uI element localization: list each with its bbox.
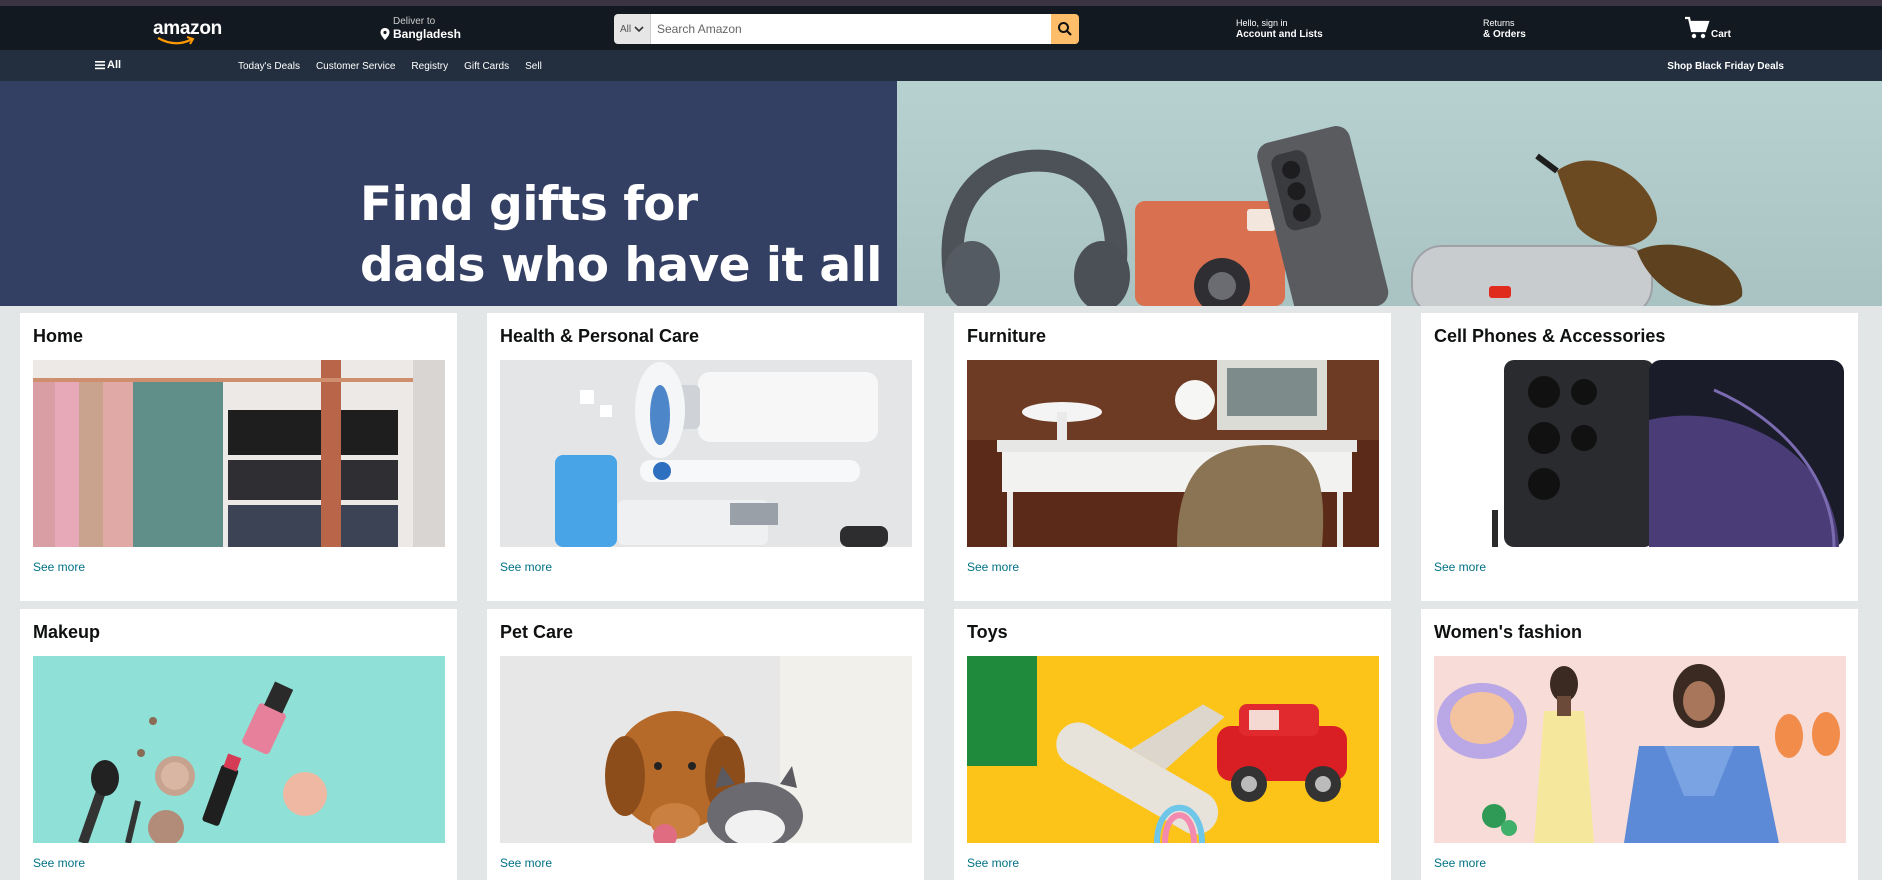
pet-dog-cat-image	[500, 656, 912, 843]
see-more-link[interactable]: See more	[967, 560, 1019, 574]
card-image-cell-phones[interactable]	[1434, 360, 1846, 547]
category-card-womens-fashion: Women's fashion See more	[1421, 609, 1858, 880]
see-more-link[interactable]: See more	[33, 856, 85, 870]
sub-navigation: All Today's Deals Customer Service Regis…	[0, 50, 1882, 81]
search-category-label: All	[619, 23, 632, 35]
card-image-toys[interactable]	[967, 656, 1379, 843]
card-image-health[interactable]	[500, 360, 912, 547]
returns-orders-link[interactable]: Returns & Orders	[1483, 18, 1526, 40]
subnav-link-todays-deals[interactable]: Today's Deals	[238, 61, 300, 72]
smartphone-image	[1434, 360, 1846, 547]
card-title: Health & Personal Care	[500, 326, 700, 346]
all-menu-button[interactable]: All	[95, 59, 121, 71]
search-button[interactable]	[1051, 14, 1079, 44]
toys-image	[967, 656, 1379, 843]
account-menu[interactable]: Hello, sign in Account and Lists	[1236, 18, 1323, 40]
hero-text-panel: Find gifts for dads who have it all	[0, 81, 897, 306]
search-icon	[1058, 22, 1072, 36]
category-card-furniture: Furniture See more	[954, 313, 1391, 601]
site-header: amazon Deliver to Bangladesh All Search …	[0, 6, 1882, 50]
card-image-womens-fashion[interactable]	[1434, 656, 1846, 843]
card-title: Toys	[967, 622, 1008, 642]
card-image-makeup[interactable]	[33, 656, 445, 843]
chevron-down-icon	[634, 26, 644, 33]
all-label: All	[107, 59, 122, 71]
deliver-label: Deliver to	[393, 16, 436, 27]
hero-banner[interactable]: Find gifts for dads who have it all	[0, 81, 1882, 306]
subnav-link-customer-service[interactable]: Customer Service	[316, 61, 395, 72]
hero-title: Find gifts for dads who have it all	[360, 177, 882, 293]
search-input[interactable]	[651, 14, 1051, 44]
category-card-toys: Toys See more	[954, 609, 1391, 880]
search-category-dropdown[interactable]: All	[614, 14, 651, 44]
subnav-link-registry[interactable]: Registry	[411, 61, 448, 72]
hero-product-image	[897, 81, 1882, 306]
see-more-link[interactable]: See more	[500, 856, 552, 870]
card-title: Furniture	[967, 326, 1046, 346]
search-bar: All	[614, 14, 1079, 44]
see-more-link[interactable]: See more	[967, 856, 1019, 870]
hamburger-menu-icon	[95, 61, 105, 70]
card-title: Women's fashion	[1434, 622, 1582, 642]
account-greeting: Hello, sign in	[1236, 18, 1288, 28]
card-title: Pet Care	[500, 622, 574, 642]
gift-products-illustration	[941, 126, 1743, 306]
subnav-link-sell[interactable]: Sell	[525, 61, 542, 72]
black-friday-deals-link[interactable]: Shop Black Friday Deals	[1667, 61, 1784, 72]
see-more-link[interactable]: See more	[1434, 560, 1486, 574]
location-pin-icon	[380, 28, 390, 40]
category-card-health-personal-care: Health & Personal Care See more	[487, 313, 924, 601]
health-products-image	[500, 360, 912, 547]
see-more-link[interactable]: See more	[1434, 856, 1486, 870]
cart-icon	[1685, 16, 1710, 39]
card-image-pet-care[interactable]	[500, 656, 912, 843]
furniture-desk-image	[967, 360, 1379, 547]
card-title: Cell Phones & Accessories	[1434, 326, 1666, 346]
category-card-cell-phones-accessories: Cell Phones & Accessories See more	[1421, 313, 1858, 601]
card-image-furniture[interactable]	[967, 360, 1379, 547]
subnav-link-gift-cards[interactable]: Gift Cards	[464, 61, 509, 72]
makeup-products-image	[33, 656, 445, 843]
womens-fashion-image	[1434, 656, 1846, 843]
card-image-home[interactable]	[33, 360, 445, 547]
deliver-to-location[interactable]: Deliver to Bangladesh	[380, 16, 461, 41]
home-linens-image	[33, 360, 445, 547]
cart-button[interactable]: Cart	[1684, 16, 1731, 40]
see-more-link[interactable]: See more	[500, 560, 552, 574]
category-card-makeup: Makeup See more	[20, 609, 457, 880]
logo-smile-icon	[157, 36, 195, 45]
account-lists-label: Account and Lists	[1236, 29, 1323, 40]
category-card-home: Home See more	[20, 313, 457, 601]
card-title: Makeup	[33, 622, 101, 642]
deliver-country: Bangladesh	[393, 27, 462, 41]
returns-label: Returns	[1483, 18, 1515, 28]
see-more-link[interactable]: See more	[33, 560, 85, 574]
category-card-pet-care: Pet Care See more	[487, 609, 924, 880]
subnav-links: Today's Deals Customer Service Registry …	[238, 61, 542, 72]
cart-label: Cart	[1711, 29, 1732, 40]
orders-label: & Orders	[1483, 29, 1526, 40]
card-title: Home	[33, 326, 84, 346]
